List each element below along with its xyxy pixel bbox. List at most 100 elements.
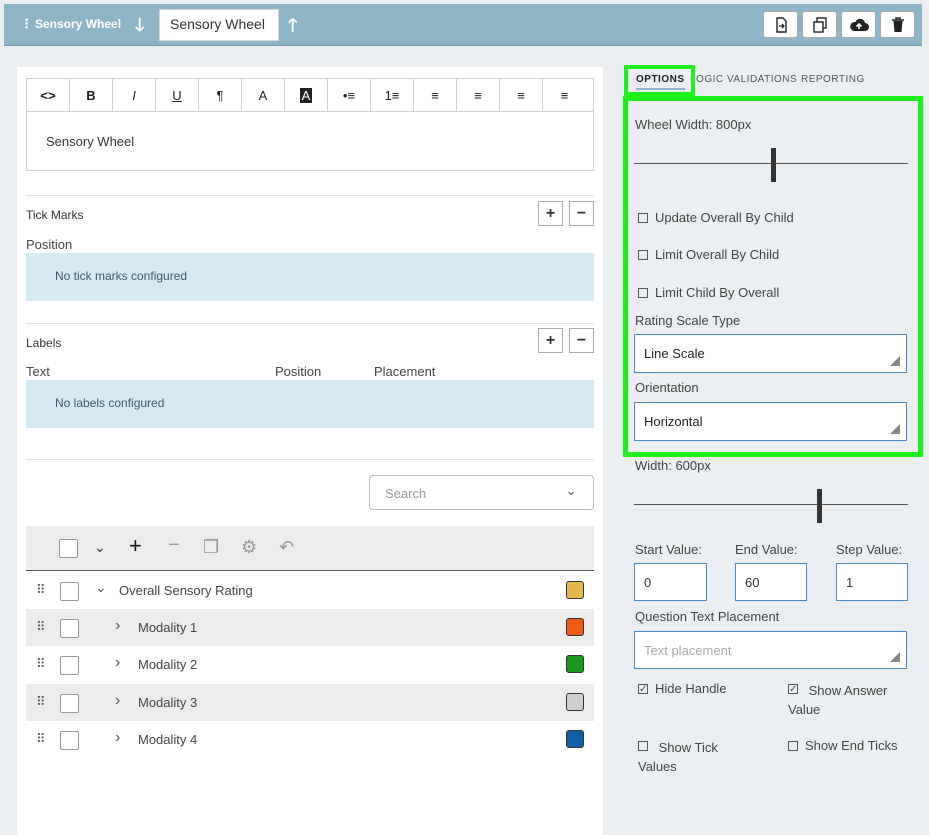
- numbered-list-button[interactable]: 1≡: [371, 79, 414, 112]
- drag-handle-icon[interactable]: ⠿: [36, 656, 45, 672]
- justify-button[interactable]: ≡: [543, 79, 586, 112]
- options-tab-highlight: [624, 65, 695, 96]
- divider: [26, 459, 594, 460]
- checkmark-icon[interactable]: ✓: [638, 684, 648, 695]
- row-checkbox[interactable]: [60, 619, 79, 638]
- move-up-icon[interactable]: 🡑: [288, 13, 297, 43]
- width-slider-handle[interactable]: [817, 489, 822, 523]
- show-end-ticks-checkbox[interactable]: Show End Ticks: [788, 738, 918, 753]
- color-swatch[interactable]: [566, 655, 584, 673]
- bg-color-icon: A: [299, 88, 313, 103]
- rich-text-editor: <> B I U ¶ A A •≡ 1≡ ≡ ≡ ≡ ≡ Sensory Wheel: [26, 78, 594, 171]
- drag-handle-icon[interactable]: ⠿: [36, 582, 45, 598]
- undo-icon[interactable]: ↶: [279, 537, 294, 558]
- underline-button[interactable]: U: [156, 79, 199, 112]
- save-cloud-button[interactable]: [841, 11, 876, 38]
- align-center-button[interactable]: ≡: [457, 79, 500, 112]
- add-label-button[interactable]: +: [538, 328, 563, 353]
- select-arrow-icon: [890, 652, 900, 662]
- question-text-placement-label: Question Text Placement: [635, 609, 780, 624]
- start-value-label: Start Value:: [635, 542, 702, 557]
- justify-icon: ≡: [560, 88, 569, 103]
- tab-validations[interactable]: VALIDATIONS: [727, 74, 797, 85]
- drag-handle-icon[interactable]: ⠿: [36, 619, 45, 635]
- chevron-right-icon[interactable]: ›: [115, 692, 120, 710]
- duplicate-button[interactable]: [802, 11, 837, 38]
- tree-row[interactable]: ⠿ › Modality 2: [26, 646, 594, 683]
- copy-icon[interactable]: ❐: [203, 537, 219, 558]
- code-view-button[interactable]: <>: [27, 79, 70, 112]
- drag-handle-icon[interactable]: ⠿: [36, 694, 45, 710]
- show-tick-values-checkbox[interactable]: Show Tick Values: [638, 738, 748, 776]
- divider: [26, 195, 594, 196]
- select-all-checkbox[interactable]: [59, 539, 78, 558]
- remove-item-icon[interactable]: −: [168, 534, 180, 557]
- color-swatch[interactable]: [566, 730, 584, 748]
- checkbox-label: Show Tick Values: [638, 740, 718, 774]
- tree-row[interactable]: ⠿ ⌄ Overall Sensory Rating: [26, 572, 594, 609]
- tree-row[interactable]: ⠿ › Modality 3: [26, 684, 594, 721]
- underline-icon: U: [172, 88, 182, 103]
- chevron-down-icon[interactable]: ⌄: [565, 482, 577, 499]
- color-swatch[interactable]: [566, 693, 584, 711]
- row-checkbox[interactable]: [60, 731, 79, 750]
- add-tick-mark-button[interactable]: +: [538, 201, 563, 226]
- tick-marks-title: Tick Marks: [26, 208, 84, 222]
- search-input[interactable]: Search ⌄: [369, 475, 594, 510]
- row-checkbox[interactable]: [60, 694, 79, 713]
- paragraph-icon: ¶: [216, 88, 224, 103]
- color-swatch[interactable]: [566, 581, 584, 599]
- bullet-list-button[interactable]: •≡: [328, 79, 371, 112]
- tick-marks-empty-message: No tick marks configured: [26, 253, 594, 301]
- checkbox-box[interactable]: [638, 741, 648, 751]
- bg-color-button[interactable]: A: [285, 79, 328, 112]
- delete-button[interactable]: [880, 11, 915, 38]
- align-right-button[interactable]: ≡: [500, 79, 543, 112]
- convert-button[interactable]: [763, 11, 798, 38]
- tree-toolbar: ⌄ + − ❐ ⚙ ↶: [26, 526, 594, 571]
- rich-text-content[interactable]: Sensory Wheel: [27, 112, 593, 171]
- tab-reporting[interactable]: REPORTING: [801, 74, 865, 85]
- tab-logic[interactable]: LOGIC: [690, 74, 724, 85]
- row-checkbox[interactable]: [60, 656, 79, 675]
- tree-row-label: Modality 2: [138, 657, 198, 672]
- width-slider[interactable]: [634, 504, 908, 505]
- add-item-icon[interactable]: +: [129, 533, 142, 559]
- duplicate-icon: [812, 16, 827, 33]
- bold-button[interactable]: B: [70, 79, 113, 112]
- end-value-input[interactable]: 60: [735, 563, 807, 601]
- cloud-upload-icon: [849, 18, 869, 31]
- font-color-icon: A: [258, 88, 268, 103]
- move-down-icon[interactable]: 🡓: [135, 13, 144, 43]
- color-swatch[interactable]: [566, 618, 584, 636]
- show-answer-value-checkbox[interactable]: ✓ Show Answer Value: [788, 681, 908, 719]
- paragraph-button[interactable]: ¶: [199, 79, 242, 112]
- tree-row[interactable]: ⠿ › Modality 1: [26, 609, 594, 646]
- tick-position-header: Position: [26, 237, 73, 252]
- chevron-right-icon[interactable]: ›: [115, 654, 120, 672]
- tree-row[interactable]: ⠿ › Modality 4: [26, 721, 594, 758]
- chevron-right-icon[interactable]: ›: [115, 729, 120, 747]
- labels-text-header: Text: [26, 364, 50, 379]
- kebab-menu-icon[interactable]: ⋮: [20, 16, 33, 32]
- question-text-placement-select[interactable]: Text placement: [634, 631, 907, 669]
- row-checkbox[interactable]: [60, 582, 79, 601]
- settings-icon[interactable]: ⚙: [241, 537, 257, 558]
- remove-tick-mark-button[interactable]: −: [569, 201, 594, 226]
- checkbox-box[interactable]: [788, 741, 798, 751]
- chevron-down-icon[interactable]: ⌄: [95, 579, 107, 596]
- drag-handle-icon[interactable]: ⠿: [36, 731, 45, 747]
- italic-button[interactable]: I: [113, 79, 156, 112]
- labels-title: Labels: [26, 336, 62, 350]
- align-left-button[interactable]: ≡: [414, 79, 457, 112]
- remove-label-button[interactable]: −: [569, 328, 594, 353]
- hide-handle-checkbox[interactable]: ✓ Hide Handle: [638, 681, 778, 696]
- checkmark-icon[interactable]: ✓: [788, 684, 798, 695]
- bold-icon: B: [86, 88, 96, 103]
- font-color-button[interactable]: A: [242, 79, 285, 112]
- step-value-input[interactable]: 1: [836, 563, 908, 601]
- chevron-down-icon[interactable]: ⌄: [94, 539, 106, 556]
- start-value-input[interactable]: 0: [634, 563, 707, 601]
- question-title-input[interactable]: Sensory Wheel: [159, 9, 279, 41]
- chevron-right-icon[interactable]: ›: [115, 617, 120, 635]
